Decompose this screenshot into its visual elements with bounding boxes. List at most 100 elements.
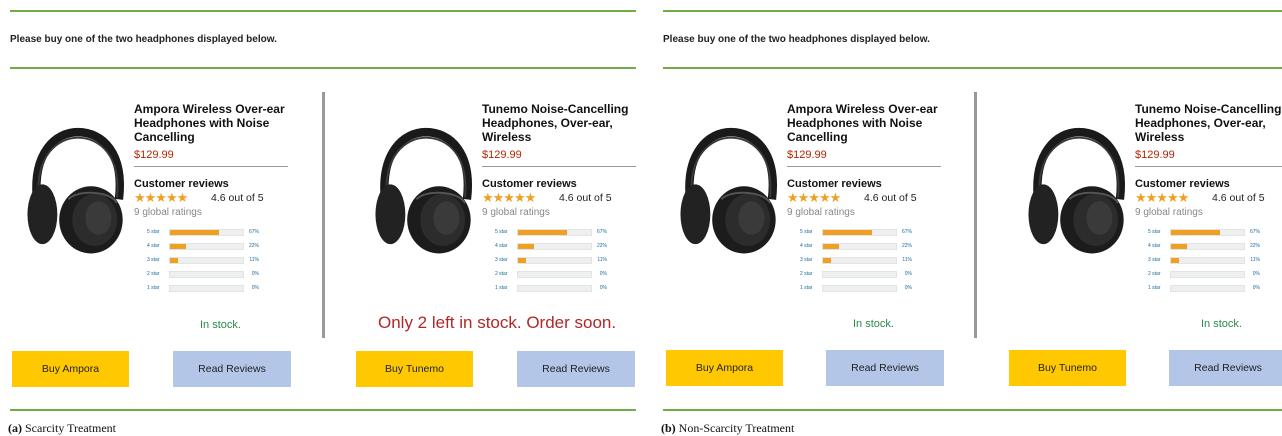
product-title: Ampora Wireless Over-ear Headphones with… xyxy=(134,102,285,144)
caption-label: (b) xyxy=(661,421,676,435)
histogram-percent: 0% xyxy=(1252,285,1260,291)
histogram-star-label: 3 star xyxy=(495,257,508,263)
histogram-bar xyxy=(517,229,592,236)
rating-text: 4.6 out of 5 xyxy=(1212,192,1265,204)
histogram-star-label: 1 star xyxy=(1148,285,1161,291)
rating-text: 4.6 out of 5 xyxy=(559,192,612,204)
histogram-percent: 0% xyxy=(599,285,607,291)
headphones-icon xyxy=(673,120,785,260)
histogram-fill xyxy=(518,258,527,263)
reviews-heading: Customer reviews xyxy=(787,178,882,190)
global-ratings: 9 global ratings xyxy=(787,207,855,218)
histogram-bar xyxy=(517,257,592,264)
product-title: Tunemo Noise-Cancelling Headphones, Over… xyxy=(1135,102,1282,144)
histogram-bar xyxy=(517,285,592,292)
histogram-bar xyxy=(1170,271,1245,278)
headphones-icon xyxy=(20,120,132,260)
product-title: Tunemo Noise-Cancelling Headphones, Over… xyxy=(482,102,629,144)
histogram-percent: 11% xyxy=(1250,257,1260,263)
star-icon: ★★★★★ xyxy=(482,190,536,205)
histogram-bar xyxy=(822,271,897,278)
caption-label: (a) xyxy=(8,421,22,435)
histogram-fill xyxy=(518,230,567,235)
histogram-percent: 22% xyxy=(1249,243,1260,249)
read-reviews-button[interactable]: Read Reviews xyxy=(517,351,635,387)
histogram-fill xyxy=(1171,230,1220,235)
rating-text: 4.6 out of 5 xyxy=(864,192,917,204)
histogram-fill xyxy=(170,230,219,235)
histogram-bar xyxy=(1170,243,1245,250)
histogram-bar xyxy=(1170,229,1245,236)
header-divider xyxy=(663,67,1282,69)
histogram-row: 5 star 67% xyxy=(800,228,912,237)
histogram-percent: 22% xyxy=(248,243,259,249)
buy-tunemo-button[interactable]: Buy Tunemo xyxy=(356,351,473,387)
histogram-fill xyxy=(823,230,872,235)
stock-status: In stock. xyxy=(1201,318,1242,330)
histogram-row: 5 star 67% xyxy=(495,228,607,237)
price-separator xyxy=(134,166,288,167)
histogram-bar xyxy=(517,243,592,250)
instruction-text: Please buy one of the two headphones dis… xyxy=(663,34,930,45)
histogram-fill xyxy=(518,244,535,249)
histogram-star-label: 5 star xyxy=(1148,229,1161,235)
histogram-percent: 0% xyxy=(904,271,912,277)
histogram-row: 1 star 0% xyxy=(1148,284,1260,293)
histogram-star-label: 4 star xyxy=(1148,243,1161,249)
histogram-star-label: 3 star xyxy=(1148,257,1161,263)
stock-status: In stock. xyxy=(200,319,241,331)
histogram-row: 1 star 0% xyxy=(495,284,607,293)
price-separator xyxy=(1135,166,1282,167)
histogram-fill xyxy=(170,258,179,263)
histogram-star-label: 5 star xyxy=(495,229,508,235)
histogram-star-label: 1 star xyxy=(495,285,508,291)
histogram-fill xyxy=(170,244,187,249)
histogram-bar xyxy=(169,257,244,264)
histogram-star-label: 5 star xyxy=(800,229,813,235)
bottom-divider xyxy=(663,409,1282,411)
histogram-row: 1 star 0% xyxy=(800,284,912,293)
histogram-row: 4 star 22% xyxy=(1148,242,1260,251)
read-reviews-button[interactable]: Read Reviews xyxy=(173,351,291,387)
histogram-percent: 0% xyxy=(904,285,912,291)
buy-tunemo-button[interactable]: Buy Tunemo xyxy=(1009,350,1126,386)
histogram-star-label: 2 star xyxy=(1148,271,1161,277)
product-title: Ampora Wireless Over-ear Headphones with… xyxy=(787,102,938,144)
histogram-row: 5 star 67% xyxy=(1148,228,1260,237)
product-divider xyxy=(974,92,977,338)
histogram-star-label: 2 star xyxy=(800,271,813,277)
caption-text: Non-Scarcity Treatment xyxy=(675,421,795,435)
histogram-bar xyxy=(822,229,897,236)
global-ratings: 9 global ratings xyxy=(482,207,550,218)
global-ratings: 9 global ratings xyxy=(134,207,202,218)
histogram-row: 4 star 22% xyxy=(147,242,259,251)
histogram-row: 2 star 0% xyxy=(1148,270,1260,279)
product-card-tunemo: Tunemo Noise-Cancelling Headphones, Over… xyxy=(1011,92,1282,342)
histogram-percent: 67% xyxy=(248,229,259,235)
histogram-percent: 67% xyxy=(1249,229,1260,235)
buy-ampora-button[interactable]: Buy Ampora xyxy=(666,350,783,386)
histogram-bar xyxy=(1170,285,1245,292)
panel-non-scarcity: Please buy one of the two headphones dis… xyxy=(653,0,1282,435)
figure-caption: (a) Scarcity Treatment xyxy=(8,421,116,436)
histogram-fill xyxy=(1171,258,1180,263)
instruction-text: Please buy one of the two headphones dis… xyxy=(10,34,277,45)
histogram-row: 4 star 22% xyxy=(800,242,912,251)
buy-ampora-button[interactable]: Buy Ampora xyxy=(12,351,129,387)
histogram-percent: 11% xyxy=(902,257,912,263)
histogram-bar xyxy=(822,243,897,250)
star-icon: ★★★★★ xyxy=(787,190,841,205)
reviews-heading: Customer reviews xyxy=(1135,178,1230,190)
histogram-star-label: 4 star xyxy=(147,243,160,249)
histogram-row: 3 star 11% xyxy=(800,256,912,265)
product-price: $129.99 xyxy=(482,149,522,161)
read-reviews-button[interactable]: Read Reviews xyxy=(1169,350,1282,386)
histogram-row: 5 star 67% xyxy=(147,228,259,237)
product-card-ampora: Ampora Wireless Over-ear Headphones with… xyxy=(663,92,973,342)
histogram-star-label: 4 star xyxy=(800,243,813,249)
bottom-divider xyxy=(10,409,636,411)
histogram-bar xyxy=(169,229,244,236)
read-reviews-button[interactable]: Read Reviews xyxy=(826,350,944,386)
histogram-star-label: 4 star xyxy=(495,243,508,249)
product-price: $129.99 xyxy=(134,149,174,161)
